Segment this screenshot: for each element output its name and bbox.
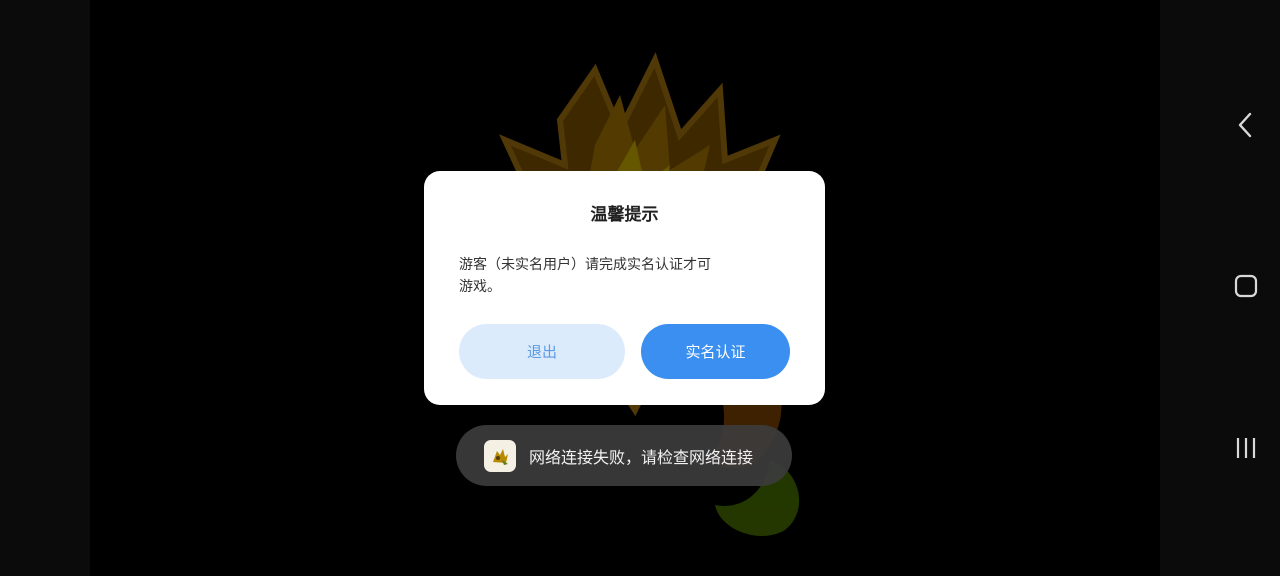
recent-apps-icon bbox=[1236, 438, 1256, 458]
dialog-title: 温馨提示 bbox=[590, 205, 659, 225]
recent-apps-button[interactable] bbox=[1220, 422, 1272, 474]
screen: 温馨提示 游客（未实名用户）请完成实名认证才可游戏。 退出 实名认证 网络连接失… bbox=[0, 0, 1280, 576]
toast-message: 网络连接失败，请检查网络连接 bbox=[529, 447, 754, 467]
home-icon bbox=[1234, 274, 1258, 298]
dialog-message: 游客（未实名用户）请完成实名认证才可游戏。 bbox=[459, 257, 711, 295]
exit-button[interactable]: 退出 bbox=[459, 324, 625, 379]
real-name-verification-button[interactable]: 实名认证 bbox=[641, 324, 790, 379]
back-icon bbox=[1238, 112, 1252, 138]
back-button[interactable] bbox=[1220, 99, 1272, 151]
letterbox-left bbox=[0, 0, 90, 576]
network-error-toast: 网络连接失败，请检查网络连接 bbox=[456, 425, 792, 486]
home-button[interactable] bbox=[1220, 260, 1272, 312]
verification-dialog: 温馨提示 游客（未实名用户）请完成实名认证才可游戏。 退出 实名认证 bbox=[424, 171, 825, 405]
app-logo-icon bbox=[484, 439, 516, 472]
